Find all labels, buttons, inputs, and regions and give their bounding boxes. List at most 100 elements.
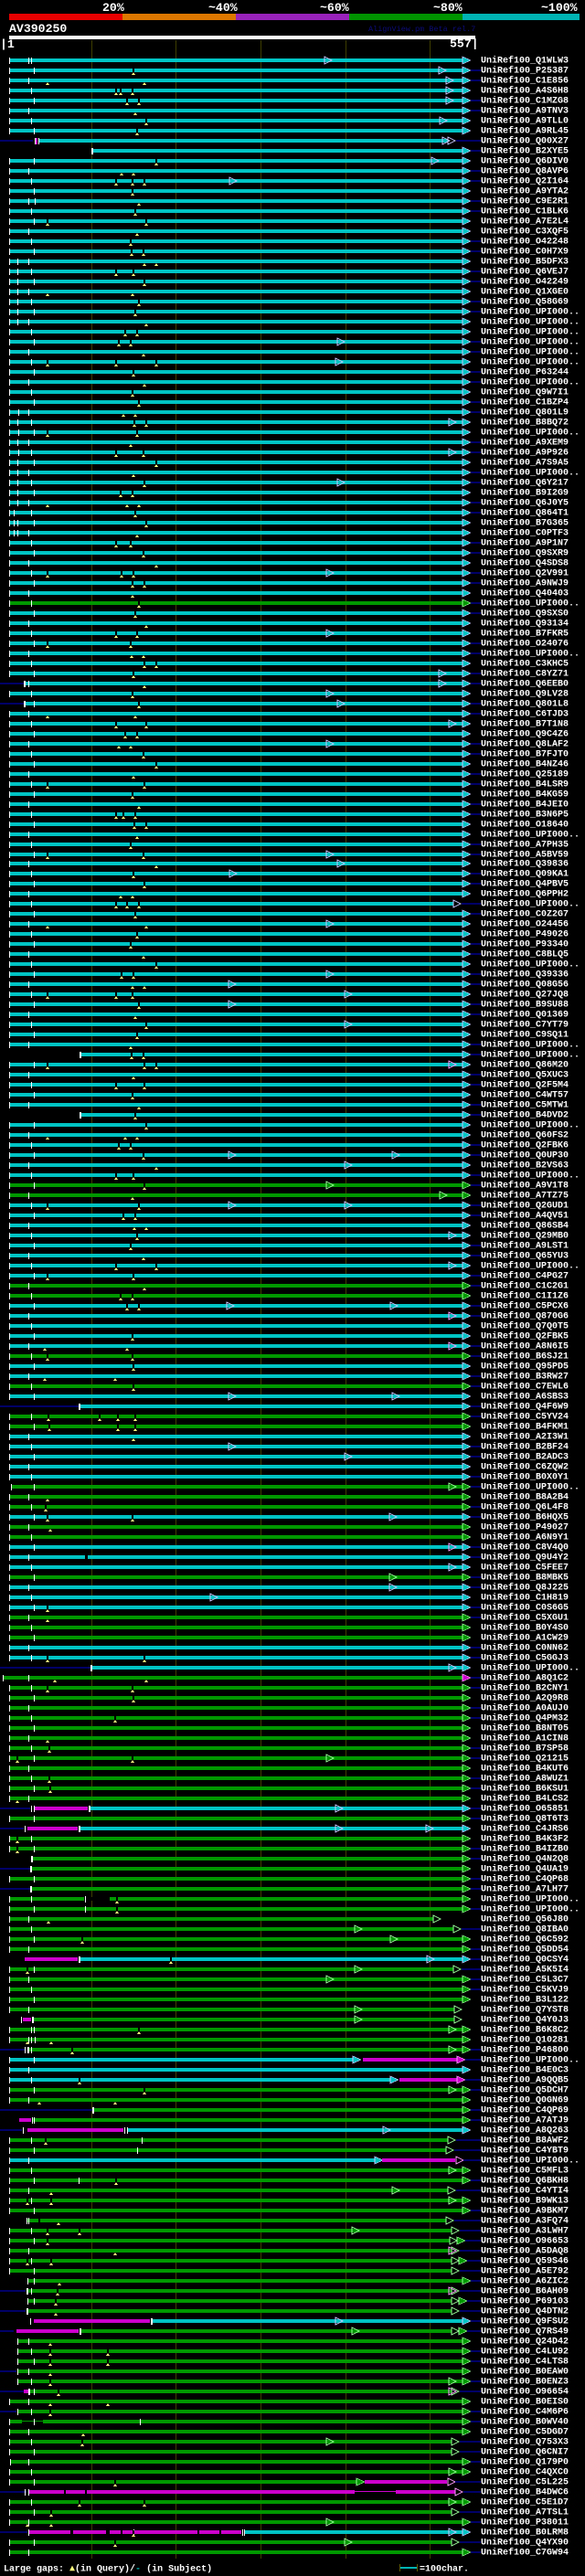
svg-text:UniRef100_B8MBK5: UniRef100_B8MBK5: [481, 1573, 569, 1584]
svg-text:UniRef100_Q39836: UniRef100_Q39836: [481, 859, 569, 870]
svg-text:UniRef100_Q00X27: UniRef100_Q00X27: [481, 136, 569, 147]
svg-text:UniRef100_Q25189: UniRef100_Q25189: [481, 769, 569, 780]
svg-text:UniRef100_Q7RS49: UniRef100_Q7RS49: [481, 2327, 569, 2337]
svg-text:UniRef100_C1E856: UniRef100_C1E856: [481, 76, 569, 87]
svg-text:UniRef100_C6ZQW2: UniRef100_C6ZQW2: [481, 1462, 569, 1473]
svg-text:UniRef100_Q0UP30: UniRef100_Q0UP30: [481, 1150, 569, 1161]
svg-text:UniRef100_Q01369: UniRef100_Q01369: [481, 1010, 569, 1021]
svg-text:UniRef100_C8V4Q0: UniRef100_C8V4Q0: [481, 1542, 569, 1553]
svg-text:UniRef100_Q2FBK6: UniRef100_Q2FBK6: [481, 1140, 569, 1151]
svg-text:UniRef100_C1MZG8: UniRef100_C1MZG8: [481, 96, 569, 107]
svg-text:UniRef100_Q86M20: UniRef100_Q86M20: [481, 1060, 569, 1071]
svg-text:UniRef100_Q1WLW3: UniRef100_Q1WLW3: [481, 56, 569, 67]
svg-text:UniRef100_C0NN62: UniRef100_C0NN62: [481, 1643, 569, 1654]
svg-text:UniRef100_A9V1T8: UniRef100_A9V1T8: [481, 1181, 569, 1192]
svg-text:UniRef100_A7TZ75: UniRef100_A7TZ75: [481, 1191, 569, 1202]
svg-text:UniRef100_O42249: UniRef100_O42249: [481, 277, 569, 288]
svg-text:UniRef100_B3N6P5: UniRef100_B3N6P5: [481, 810, 569, 821]
svg-text:UniRef100_Q09KA1: UniRef100_Q09KA1: [481, 869, 569, 880]
svg-text:UniRef100_P49026: UniRef100_P49026: [481, 929, 569, 940]
svg-text:UniRef100_UPI000..: UniRef100_UPI000..: [481, 899, 580, 910]
svg-text:UniRef100_B9WK13: UniRef100_B9WK13: [481, 2196, 569, 2207]
svg-text:UniRef100_B0EIS0: UniRef100_B0EIS0: [481, 2397, 569, 2408]
svg-text:UniRef100_B2BF24: UniRef100_B2BF24: [481, 1442, 569, 1453]
svg-text:UniRef100_A9RL45: UniRef100_A9RL45: [481, 126, 569, 137]
svg-text:UniRef100_A8WUZ1: UniRef100_A8WUZ1: [481, 1774, 569, 1785]
svg-text:UniRef100_P69103: UniRef100_P69103: [481, 2296, 569, 2307]
svg-text:UniRef100_O18640: UniRef100_O18640: [481, 820, 569, 831]
svg-text:UniRef100_C5MFL3: UniRef100_C5MFL3: [481, 2166, 569, 2177]
svg-text:20%: 20%: [102, 1, 124, 15]
svg-text:UniRef100_A5E792: UniRef100_A5E792: [481, 2266, 569, 2277]
svg-text:UniRef100_B4KG59: UniRef100_B4KG59: [481, 790, 569, 800]
svg-text:UniRef100_C1BZP4: UniRef100_C1BZP4: [481, 398, 569, 408]
svg-text:UniRef100_UPI000..: UniRef100_UPI000..: [481, 327, 580, 338]
svg-text:UniRef100_A7PH35: UniRef100_A7PH35: [481, 840, 569, 851]
svg-text:~60%: ~60%: [320, 1, 349, 15]
svg-text:UniRef100_Q870G6: UniRef100_Q870G6: [481, 1311, 569, 1322]
svg-text:UniRef100_C5E1D7: UniRef100_C5E1D7: [481, 2497, 569, 2508]
svg-text:UniRef100_B4DVD2: UniRef100_B4DVD2: [481, 1110, 569, 1121]
svg-text:UniRef100_Q2FBK5: UniRef100_Q2FBK5: [481, 1331, 569, 1342]
svg-text:UniRef100_C3KHC5: UniRef100_C3KHC5: [481, 659, 569, 670]
svg-text:UniRef100_Q56J80: UniRef100_Q56J80: [481, 1914, 569, 1925]
svg-text:UniRef100_A1CIN8: UniRef100_A1CIN8: [481, 1733, 569, 1744]
svg-text:UniRef100_B4FKM1: UniRef100_B4FKM1: [481, 1422, 569, 1433]
svg-text:UniRef100_Q801L9: UniRef100_Q801L9: [481, 408, 569, 419]
svg-text:UniRef100_A9LST1: UniRef100_A9LST1: [481, 1241, 569, 1252]
svg-text:UniRef100_Q5DD54: UniRef100_Q5DD54: [481, 1945, 569, 1956]
svg-text:UniRef100_Q5XUC3: UniRef100_Q5XUC3: [481, 1070, 569, 1081]
svg-text:UniRef100_Q2F5M4: UniRef100_Q2F5M4: [481, 1080, 569, 1091]
svg-text:UniRef100_Q93134: UniRef100_Q93134: [481, 619, 569, 630]
svg-text:UniRef100_C4QXC0: UniRef100_C4QXC0: [481, 2467, 569, 2478]
svg-text:UniRef100_UPI000..: UniRef100_UPI000..: [481, 468, 580, 479]
svg-text:UniRef100_A7ATJ9: UniRef100_A7ATJ9: [481, 2115, 569, 2126]
svg-text:UniRef100_A9TLL0: UniRef100_A9TLL0: [481, 116, 569, 127]
svg-text:UniRef100_Q60FS2: UniRef100_Q60FS2: [481, 1130, 569, 1141]
svg-text:UniRef100_C8BLQ5: UniRef100_C8BLQ5: [481, 949, 569, 960]
svg-text:UniRef100_Q4PM32: UniRef100_Q4PM32: [481, 1713, 569, 1724]
svg-text:UniRef100_O96654: UniRef100_O96654: [481, 2387, 569, 2398]
svg-text:UniRef100_Q8LAF2: UniRef100_Q8LAF2: [481, 739, 569, 750]
svg-text:UniRef100_Q4F6W9: UniRef100_Q4F6W9: [481, 1402, 569, 1413]
svg-text:UniRef100_A9BKM7: UniRef100_A9BKM7: [481, 2206, 569, 2217]
svg-text:UniRef100_Q0CSY4: UniRef100_Q0CSY4: [481, 1955, 569, 1966]
svg-text:UniRef100_C4QP69: UniRef100_C4QP69: [481, 2105, 569, 2116]
svg-text:UniRef100_C7EWL6: UniRef100_C7EWL6: [481, 1382, 569, 1393]
svg-text:UniRef100_C5L225: UniRef100_C5L225: [481, 2477, 569, 2488]
svg-text:UniRef100_C1C2G1: UniRef100_C1C2G1: [481, 1281, 569, 1292]
svg-text:UniRef100_Q6Y217: UniRef100_Q6Y217: [481, 478, 569, 489]
svg-text:UniRef100_Q39336: UniRef100_Q39336: [481, 970, 569, 981]
svg-text:UniRef100_B7G365: UniRef100_B7G365: [481, 518, 569, 529]
svg-text:UniRef100_Q8IBA0: UniRef100_Q8IBA0: [481, 1924, 569, 1935]
svg-text:UniRef100_P38011: UniRef100_P38011: [481, 2518, 569, 2528]
svg-text:UniRef100_Q40403: UniRef100_Q40403: [481, 588, 569, 599]
svg-text:UniRef100_Q4UA19: UniRef100_Q4UA19: [481, 1864, 569, 1875]
svg-text:UniRef100_C4M6P6: UniRef100_C4M6P6: [481, 2407, 569, 2418]
svg-text:UniRef100_C5KVJ9: UniRef100_C5KVJ9: [481, 1985, 569, 1996]
svg-text:UniRef100_A9YTA2: UniRef100_A9YTA2: [481, 186, 569, 197]
svg-text:AV390250: AV390250: [9, 22, 67, 36]
svg-text:UniRef100_Q6PPH2: UniRef100_Q6PPH2: [481, 889, 569, 900]
svg-text:UniRef100_Q24D42: UniRef100_Q24D42: [481, 2337, 569, 2348]
svg-text:UniRef100_Q29MB0: UniRef100_Q29MB0: [481, 1231, 569, 1242]
svg-text:UniRef100_C4YTI4: UniRef100_C4YTI4: [481, 2186, 569, 2197]
svg-text:~100%: ~100%: [541, 1, 578, 15]
svg-text:UniRef100_UPI000..: UniRef100_UPI000..: [481, 1904, 580, 1915]
svg-text:UniRef100_Q7YST8: UniRef100_Q7YST8: [481, 2005, 569, 2016]
svg-text:UniRef100_A9XEM9: UniRef100_A9XEM9: [481, 438, 569, 449]
svg-text:Large gaps: ▲(in Query)/- (in: Large gaps: ▲(in Query)/- (in Subject): [4, 2564, 212, 2575]
svg-text:UniRef100_B2VS63: UniRef100_B2VS63: [481, 1161, 569, 1171]
svg-text:UniRef100_Q864T1: UniRef100_Q864T1: [481, 508, 569, 519]
svg-text:UniRef100_B6AH09: UniRef100_B6AH09: [481, 2286, 569, 2297]
svg-text:UniRef100_B2CNY1: UniRef100_B2CNY1: [481, 1683, 569, 1694]
svg-text:UniRef100_B2XYE5: UniRef100_B2XYE5: [481, 146, 569, 157]
svg-text:UniRef100_UPI000..: UniRef100_UPI000..: [481, 1894, 580, 1905]
svg-text:UniRef100_C6TJD3: UniRef100_C6TJD3: [481, 709, 569, 720]
svg-text:UniRef100_Q2V991: UniRef100_Q2V991: [481, 568, 569, 579]
svg-text:UniRef100_UPI000..: UniRef100_UPI000..: [481, 1663, 580, 1674]
svg-text:UniRef100_UPI000..: UniRef100_UPI000..: [481, 1482, 580, 1493]
svg-text:UniRef100_A9QQB5: UniRef100_A9QQB5: [481, 2075, 569, 2086]
svg-text:=100char.: =100char.: [420, 2564, 469, 2575]
svg-text:UniRef100_UPI000..: UniRef100_UPI000..: [481, 307, 580, 318]
